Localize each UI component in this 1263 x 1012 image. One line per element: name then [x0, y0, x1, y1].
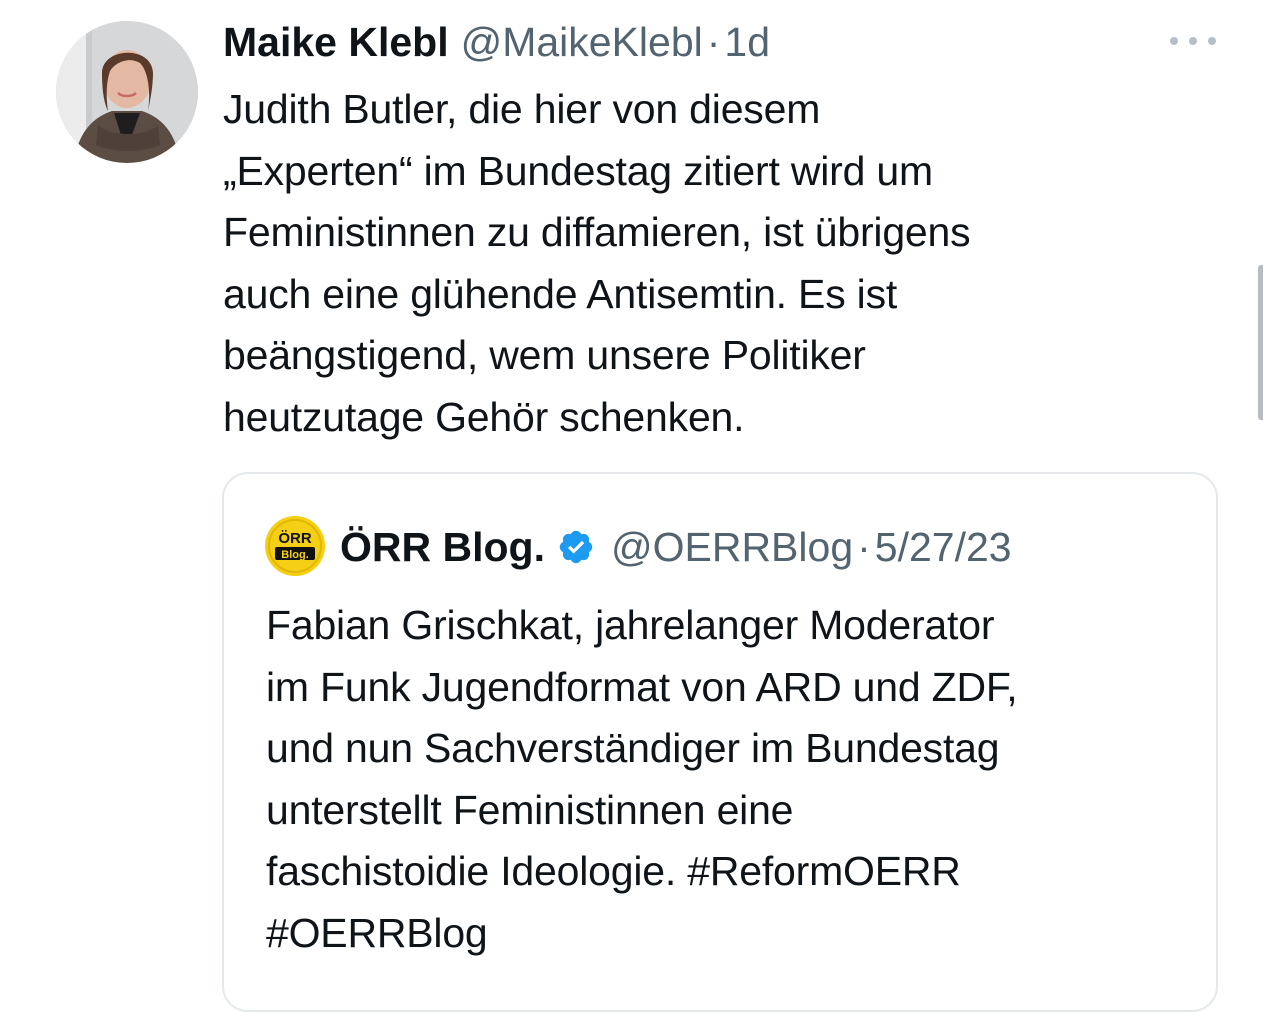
quoted-tweet-text: Fabian Grischkat, jahrelanger Moderator … [266, 595, 1196, 964]
separator-dot: · [706, 18, 721, 65]
quoted-text-line: und nun Sachverständiger im Bundestag [266, 725, 1000, 771]
quoted-text-line: unterstellt Feministinnen eine [266, 786, 794, 833]
tweet-timestamp[interactable]: 1d [724, 19, 770, 66]
tweet-text: Judith Butler, die hier von diesem „Expe… [223, 79, 1183, 448]
tweet-text-line: heutzutage Gehör schenken. [223, 393, 745, 440]
tweet-header: Maike Klebl @MaikeKlebl · 1d [223, 14, 770, 70]
more-horizontal-icon[interactable] [1170, 30, 1216, 52]
tweet-text-line: Feministinnen zu diffamieren, ist übrige… [223, 209, 971, 255]
quoted-text-line: faschistoidie Ideologie. #ReformOERR [266, 848, 961, 894]
profile-photo [56, 21, 198, 163]
author-avatar[interactable] [56, 21, 198, 163]
oerr-blog-logo-icon: ÖRR Blog. [265, 516, 325, 576]
scrollbar-thumb[interactable] [1258, 265, 1263, 420]
quoted-author-avatar[interactable]: ÖRR Blog. [265, 516, 325, 576]
tweet-text-line: „Experten“ im Bundestag zitiert wird um [223, 147, 933, 194]
quoted-tweet-card[interactable]: ÖRR Blog. ÖRR Blog. @OERRBlog · 5/27/23 … [222, 472, 1218, 1012]
quoted-text-line: #OERRBlog [266, 909, 488, 956]
verified-badge-icon [559, 530, 593, 564]
author-handle[interactable]: @MaikeKlebl [461, 19, 703, 66]
author-name[interactable]: Maike Klebl [223, 19, 449, 66]
quoted-author-handle[interactable]: @OERRBlog [611, 524, 853, 571]
tweet-text-line: auch eine glühende Antisemtin. Es ist [223, 270, 898, 317]
quoted-tweet-date[interactable]: 5/27/23 [875, 524, 1012, 571]
logo-text-bottom: Blog. [281, 549, 309, 561]
logo-text-top: ÖRR [278, 530, 312, 547]
tweet-text-line: Judith Butler, die hier von diesem [223, 86, 821, 132]
quoted-author-name[interactable]: ÖRR Blog. [340, 524, 545, 571]
quoted-text-line: Fabian Grischkat, jahrelanger Moderator [266, 602, 995, 648]
separator-dot: · [857, 523, 871, 570]
quoted-tweet-header: ÖRR Blog. @OERRBlog · 5/27/23 [340, 516, 1012, 578]
tweet[interactable]: Maike Klebl @MaikeKlebl · 1d Judith Butl… [0, 0, 1263, 1012]
quoted-text-line: im Funk Jugendformat von ARD und ZDF, [266, 663, 1018, 710]
tweet-text-line: beängstigend, wem unsere Politiker [223, 332, 866, 378]
